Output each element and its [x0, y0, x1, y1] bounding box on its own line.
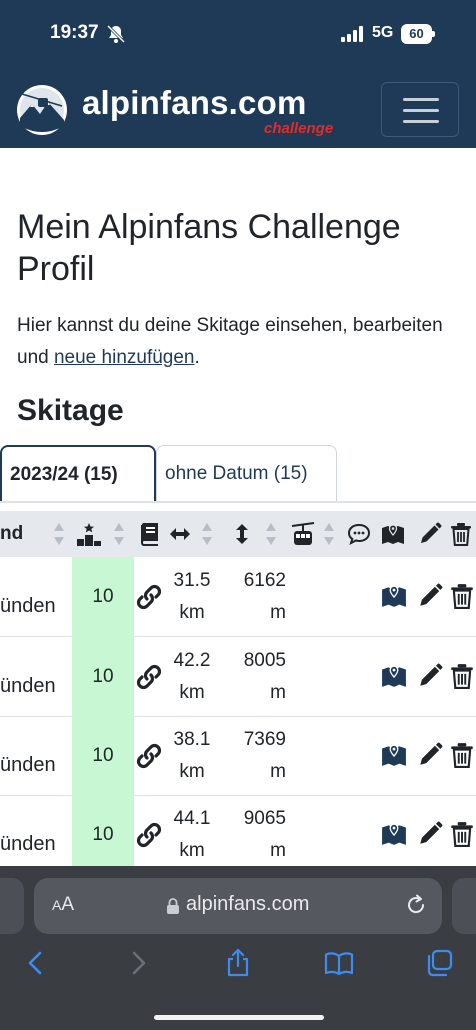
- podium-icon[interactable]: [77, 522, 101, 546]
- cell-region: ünden: [0, 595, 56, 617]
- section-title: Skitage: [17, 394, 124, 427]
- book-icon[interactable]: [138, 522, 162, 546]
- bell-slash-icon: [106, 24, 126, 44]
- alpinfans-logo-icon[interactable]: [16, 84, 68, 136]
- cell-elevation: 7369 m: [243, 729, 286, 782]
- page-title: Mein Alpinfans Challenge Profil: [17, 208, 401, 288]
- arrows-horizontal-icon[interactable]: [168, 522, 192, 546]
- map-icon[interactable]: [381, 821, 407, 847]
- bookmarks-icon[interactable]: [324, 948, 354, 978]
- sort-icon[interactable]: [202, 523, 212, 545]
- browser-toolbar: AA alpinfans.com: [0, 866, 476, 1030]
- menu-toggle-button[interactable]: [381, 82, 459, 137]
- table-row: ünden 10 38.1 km 7369 m: [0, 716, 476, 796]
- home-indicator[interactable]: [154, 1015, 324, 1020]
- cell-elevation: 8005 m: [243, 650, 286, 703]
- intro-text: Hier kannst du deine Skitage einsehen, b…: [17, 315, 443, 368]
- trash-icon[interactable]: [449, 663, 475, 689]
- brand-name[interactable]: alpinfans.com: [82, 84, 306, 122]
- tab-2023-24[interactable]: 2023/24 (15): [0, 445, 156, 501]
- map-icon[interactable]: [381, 522, 405, 546]
- network-type: 5G: [372, 24, 394, 41]
- reload-icon[interactable]: [403, 892, 429, 918]
- back-icon[interactable]: [21, 948, 51, 978]
- forward-icon[interactable]: [123, 948, 153, 978]
- cell-distance: 38.1 km: [173, 729, 211, 782]
- link-icon[interactable]: [135, 821, 163, 849]
- map-icon[interactable]: [381, 742, 407, 768]
- status-bar: 19:37 5G 60: [0, 0, 476, 70]
- brand-subtitle: challenge: [264, 120, 334, 137]
- add-new-link[interactable]: neue hinzufügen: [54, 347, 195, 368]
- sort-icon[interactable]: [114, 523, 124, 545]
- map-icon[interactable]: [381, 663, 407, 689]
- link-icon[interactable]: [135, 663, 163, 691]
- table-row: ünden 10 31.5 km 6162 m: [0, 557, 476, 637]
- cell-distance: 42.2 km: [173, 650, 211, 703]
- trash-icon[interactable]: [449, 583, 475, 609]
- map-icon[interactable]: [381, 583, 407, 609]
- sort-icon[interactable]: [324, 523, 334, 545]
- status-time: 19:37: [50, 22, 99, 43]
- cell-region: ünden: [0, 833, 56, 855]
- sort-icon[interactable]: [266, 523, 276, 545]
- cell-score: 10: [72, 795, 134, 875]
- reader-settings-button[interactable]: AA: [52, 894, 74, 916]
- table-row: ünden 10 42.2 km 8005 m: [0, 637, 476, 717]
- link-icon[interactable]: [135, 742, 163, 770]
- trash-icon[interactable]: [449, 522, 473, 546]
- top-header: 19:37 5G 60 alpinfans.com challenge: [0, 0, 476, 148]
- cell-region: ünden: [0, 754, 56, 776]
- trash-icon[interactable]: [449, 742, 475, 768]
- table-row: ünden 10 44.1 km 9065 m: [0, 795, 476, 875]
- previous-tab-preview[interactable]: [0, 878, 24, 934]
- cell-distance: 31.5 km: [173, 570, 211, 623]
- url-text[interactable]: alpinfans.com: [186, 893, 309, 916]
- pencil-icon[interactable]: [417, 742, 443, 768]
- cell-elevation: 9065 m: [243, 808, 286, 861]
- lock-icon: [167, 898, 179, 914]
- cell-region: ünden: [0, 675, 56, 697]
- battery-icon: 60: [401, 24, 435, 44]
- cell-score: 10: [72, 637, 134, 717]
- pencil-icon[interactable]: [418, 522, 442, 546]
- cell-score: 10: [72, 716, 134, 796]
- share-icon[interactable]: [223, 948, 253, 978]
- arrows-vertical-icon[interactable]: [230, 522, 254, 546]
- signal-icon: [341, 26, 363, 42]
- tab-ohne-datum[interactable]: ohne Datum (15): [156, 445, 337, 501]
- pencil-icon[interactable]: [417, 821, 443, 847]
- sort-icon[interactable]: [54, 523, 64, 545]
- tabs-icon[interactable]: [424, 948, 454, 978]
- battery-level: 60: [401, 24, 432, 44]
- pencil-icon[interactable]: [417, 663, 443, 689]
- comment-icon[interactable]: [347, 522, 371, 546]
- link-icon[interactable]: [135, 583, 163, 611]
- trash-icon[interactable]: [449, 821, 475, 847]
- cell-elevation: 6162 m: [243, 570, 286, 623]
- column-header-region[interactable]: nd: [0, 511, 23, 557]
- table-header: nd: [0, 511, 476, 557]
- address-bar[interactable]: AA alpinfans.com: [34, 878, 442, 934]
- pencil-icon[interactable]: [417, 583, 443, 609]
- hamburger-icon: [403, 98, 439, 101]
- next-tab-preview[interactable]: [452, 878, 476, 934]
- cable-car-icon[interactable]: [291, 522, 315, 546]
- cell-distance: 44.1 km: [173, 808, 211, 861]
- tab-divider: [0, 501, 476, 503]
- cell-score: 10: [72, 557, 134, 637]
